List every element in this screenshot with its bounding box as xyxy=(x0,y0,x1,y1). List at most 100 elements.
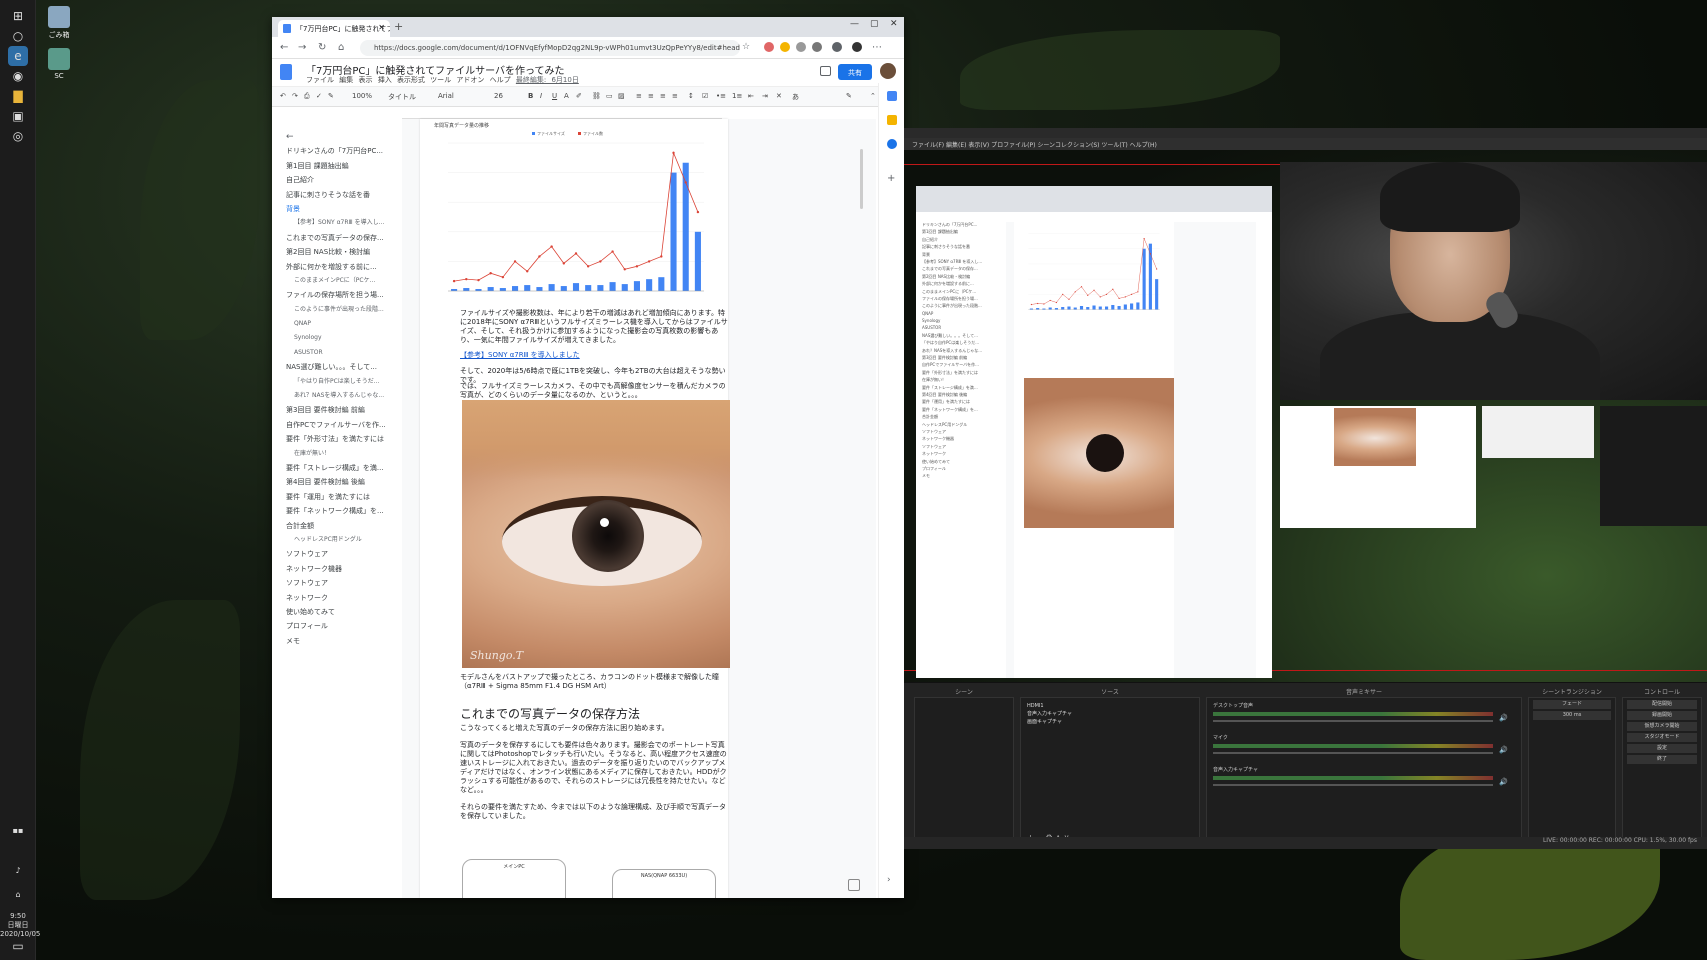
close-window-button[interactable]: ✕ xyxy=(890,19,898,29)
outline-item[interactable]: 第2回目 NAS比較・検討編 xyxy=(286,245,402,259)
tasks-icon[interactable] xyxy=(887,139,897,149)
obs-preview[interactable]: ドリキンさんの「7万円台PC... 第1回目 課題抽出編 自己紹介 記事に刺さりそうな… xyxy=(904,150,1707,682)
expand-panel-icon[interactable]: › xyxy=(887,875,897,885)
line-spacing-icon[interactable]: ↕ xyxy=(688,92,694,100)
extension-icon[interactable] xyxy=(812,42,822,52)
folder-icon[interactable]: ▇ xyxy=(8,86,28,106)
checklist-icon[interactable]: ☑ xyxy=(702,92,708,100)
source-item[interactable]: 画面キャプチャ xyxy=(1027,718,1193,726)
outline-item[interactable]: 第4回目 要件検討編 後編 xyxy=(286,475,402,489)
forward-icon[interactable]: → xyxy=(298,42,306,53)
close-tab-icon[interactable]: ✕ xyxy=(378,23,385,32)
outline-item[interactable]: これまでの写真データの保存... xyxy=(286,231,402,245)
obs-icon[interactable]: ◎ xyxy=(8,126,28,146)
outline-item[interactable]: ソフトウェア xyxy=(286,547,402,561)
collapse-toolbar-icon[interactable]: ⌃ xyxy=(870,92,876,100)
outline-item[interactable]: QNAP xyxy=(286,317,402,331)
control-button[interactable]: 配信開始 xyxy=(1627,700,1697,709)
control-button[interactable]: スタジオモード xyxy=(1627,733,1697,742)
chrome-icon[interactable]: ◉ xyxy=(8,66,28,86)
app-icon[interactable]: ▣ xyxy=(8,106,28,126)
last-edit-link[interactable]: 最終編集: 6月10日 xyxy=(516,76,579,84)
image-icon[interactable]: ▨ xyxy=(618,92,625,100)
obs-menu-bar[interactable]: ファイル(F) 編集(E) 表示(V) プロファイル(P) シーンコレクション(… xyxy=(904,138,1707,150)
account-avatar[interactable] xyxy=(880,63,896,79)
menu-insert[interactable]: 挿入 xyxy=(378,76,392,84)
collections-icon[interactable] xyxy=(832,42,842,52)
outline-item[interactable]: ネットワーク機器 xyxy=(286,562,402,576)
comments-icon[interactable] xyxy=(820,66,831,76)
menu-format[interactable]: 表示形式 xyxy=(397,76,425,84)
desktop-icon-recycle-bin[interactable]: ごみ箱 xyxy=(46,6,72,40)
outline-item[interactable]: 使い始めてみて xyxy=(286,605,402,619)
bullet-list-icon[interactable]: •≡ xyxy=(716,92,726,100)
volume-slider[interactable] xyxy=(1213,752,1493,754)
mute-icon[interactable]: 🔊 xyxy=(1499,778,1508,786)
outline-item[interactable]: ファイルの保存場所を担う場... xyxy=(286,288,402,302)
outline-item[interactable]: 要件「運用」を満たすには xyxy=(286,490,402,504)
more-menu-icon[interactable]: ⋯ xyxy=(872,42,882,53)
outline-item[interactable]: ヘッドレスPC用ドングル xyxy=(286,533,402,547)
mute-icon[interactable]: 🔊 xyxy=(1499,714,1508,722)
outline-item[interactable]: 要件「ネットワーク構成」を... xyxy=(286,504,402,518)
bookmark-star-icon[interactable]: ☆ xyxy=(742,42,750,52)
menu-help[interactable]: ヘルプ xyxy=(490,76,511,84)
outline-item[interactable]: 第3回目 要件検討編 前編 xyxy=(286,403,402,417)
minimize-button[interactable]: — xyxy=(850,19,859,29)
reference-link[interactable]: 【参考】SONY α7RⅢ を導入しました xyxy=(460,351,730,360)
outline-item[interactable]: このように事件が出現った段階... xyxy=(286,303,402,317)
align-left-icon[interactable]: ≡ xyxy=(636,92,642,100)
notification-icon[interactable]: ▭ xyxy=(8,936,28,956)
mute-icon[interactable]: 🔊 xyxy=(1499,746,1508,754)
indent-decrease-icon[interactable]: ⇤ xyxy=(748,92,754,100)
link-icon[interactable]: ⛓ xyxy=(592,92,601,100)
transition-duration[interactable]: 300 ms xyxy=(1533,711,1611,720)
font-size-select[interactable]: 26 xyxy=(494,92,503,100)
outline-item[interactable]: ASUSTOR xyxy=(286,346,402,360)
control-button[interactable]: 仮想カメラ開始 xyxy=(1627,722,1697,731)
menu-edit[interactable]: 編集 xyxy=(339,76,353,84)
outline-item[interactable]: 「やはり自作PCは楽しそうだ... xyxy=(286,375,402,389)
outline-back-icon[interactable]: ← xyxy=(286,130,402,144)
undo-icon[interactable]: ↶ xyxy=(280,92,286,100)
outline-item[interactable]: 要件「外形寸法」を満たすには xyxy=(286,432,402,446)
outline-item[interactable]: 背景 xyxy=(286,202,402,216)
scrollbar-thumb[interactable] xyxy=(860,149,863,209)
font-select[interactable]: Arial xyxy=(438,92,454,100)
control-button[interactable]: 終了 xyxy=(1627,755,1697,764)
editing-mode-icon[interactable]: ✎ xyxy=(846,92,852,100)
reload-icon[interactable]: ↻ xyxy=(318,42,326,53)
keep-icon[interactable] xyxy=(887,115,897,125)
extension-icon[interactable] xyxy=(764,42,774,52)
add-addon-icon[interactable]: + xyxy=(887,173,897,184)
highlight-icon[interactable]: ✐ xyxy=(576,92,582,100)
outline-item[interactable]: 要件「ストレージ構成」を満... xyxy=(286,461,402,475)
source-item[interactable]: 音声入力キャプチャ xyxy=(1027,710,1193,718)
extension-icon[interactable] xyxy=(780,42,790,52)
outline-item[interactable]: あれ？NASを導入するんじゃな... xyxy=(286,389,402,403)
align-center-icon[interactable]: ≡ xyxy=(648,92,654,100)
input-tools-icon[interactable]: あ xyxy=(792,92,799,102)
bold-button[interactable]: B xyxy=(528,92,533,100)
address-bar[interactable]: https://docs.google.com/document/d/1OFNV… xyxy=(360,40,740,56)
desktop-icon-sc[interactable]: SC xyxy=(46,48,72,80)
underline-button[interactable]: U xyxy=(552,92,557,100)
explore-icon[interactable] xyxy=(848,879,860,891)
docs-logo-icon[interactable] xyxy=(280,64,292,80)
ruler[interactable] xyxy=(402,109,722,119)
numbered-list-icon[interactable]: 1≡ xyxy=(732,92,742,100)
outline-item[interactable]: このままメインPCに（PCケ... xyxy=(286,274,402,288)
tab-google-docs[interactable]: 「7万円台PC」に触発されてファイルサ... ✕ xyxy=(278,20,390,37)
outline-item[interactable]: プロフィール xyxy=(286,619,402,633)
control-button[interactable]: 設定 xyxy=(1627,744,1697,753)
profile-avatar[interactable] xyxy=(852,42,862,52)
text-color-button[interactable]: A xyxy=(564,92,569,100)
edge-icon[interactable]: e xyxy=(8,46,28,66)
align-right-icon[interactable]: ≡ xyxy=(660,92,666,100)
justify-icon[interactable]: ≡ xyxy=(672,92,678,100)
zoom-select[interactable]: 100% xyxy=(352,92,372,100)
menu-tools[interactable]: ツール xyxy=(430,76,451,84)
document-page[interactable]: 年間写真データ量の推移 ファイルサイズ ファイル数 ファイルサイズや撮影枚数は、年に… xyxy=(420,119,730,898)
menu-addons[interactable]: アドオン xyxy=(456,76,484,84)
extension-icon[interactable] xyxy=(796,42,806,52)
